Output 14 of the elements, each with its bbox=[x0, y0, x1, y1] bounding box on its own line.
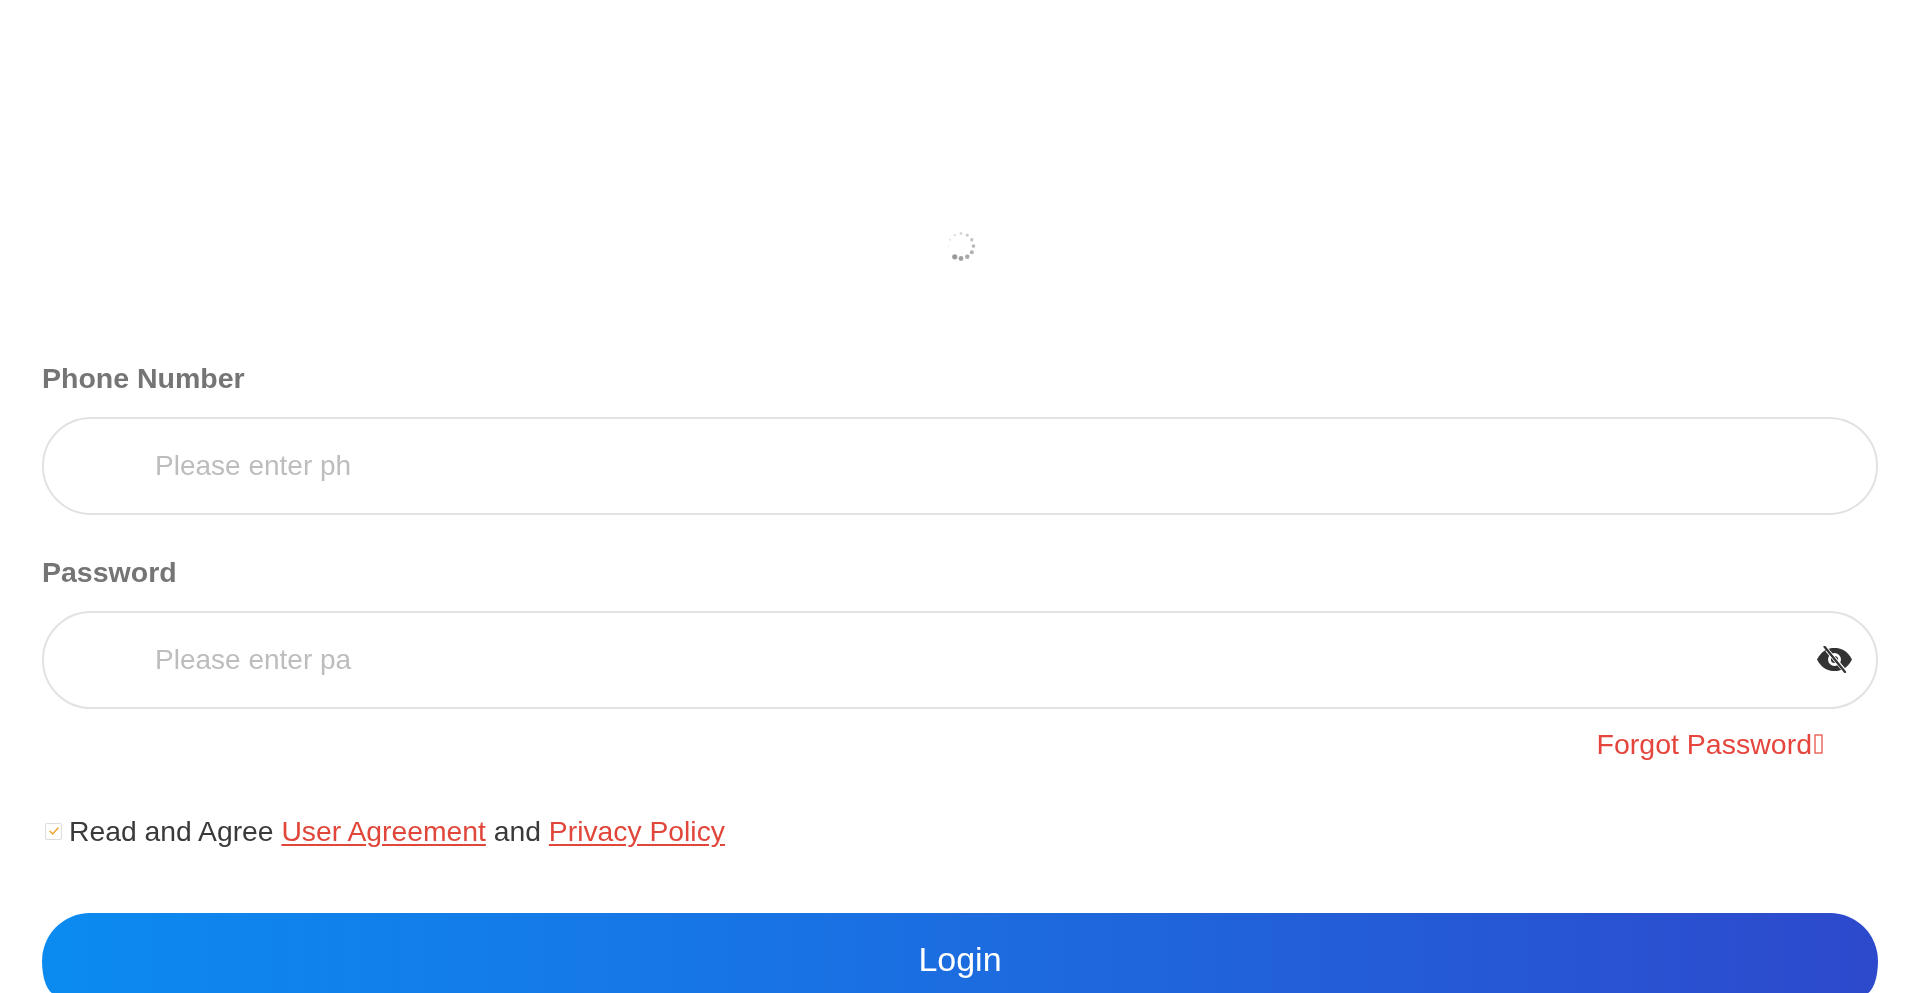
agreement-checkbox[interactable] bbox=[45, 822, 62, 840]
spinner-icon bbox=[945, 230, 977, 262]
missing-glyph-icon bbox=[1814, 734, 1823, 754]
agreement-text: Read and Agree User Agreement and Privacy Policy bbox=[69, 815, 725, 847]
eye-slash-icon[interactable] bbox=[1816, 646, 1853, 673]
phone-input-field[interactable]: Please enter ph bbox=[42, 417, 1878, 515]
policy-link[interactable]: User Agreement bbox=[281, 815, 486, 847]
checkmark-icon bbox=[48, 827, 59, 835]
policy-link[interactable]: Privacy Policy bbox=[548, 815, 725, 847]
forgot-password-link[interactable]: Forgot Password bbox=[1596, 728, 1823, 760]
login-button[interactable]: Login bbox=[42, 913, 1878, 993]
field-label: Password bbox=[42, 556, 177, 588]
password-input-field[interactable]: Please enter pa bbox=[42, 611, 1878, 709]
field-label: Phone Number bbox=[42, 362, 245, 394]
